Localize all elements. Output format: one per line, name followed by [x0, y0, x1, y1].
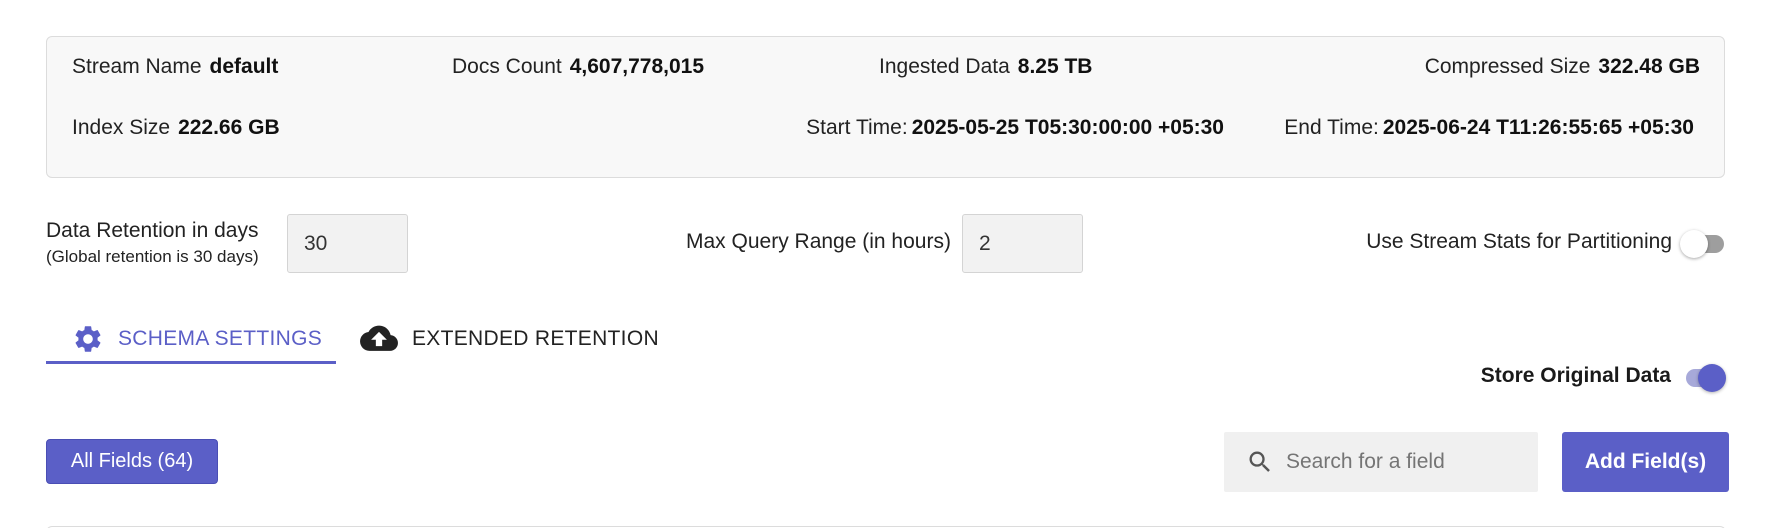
retention-days-input[interactable] [287, 214, 408, 273]
stat-label: Compressed Size [1424, 55, 1591, 78]
stat-value: 2025-06-24 T11:26:55:65 +05:30 [1382, 116, 1694, 139]
active-tab-indicator [46, 361, 336, 364]
stat-value: 222.66 GB [178, 116, 280, 139]
toggle-knob [1680, 230, 1708, 258]
store-original-data-toggle[interactable] [1680, 364, 1726, 392]
stat-start-time: Start Time: 2025-05-25 T05:30:00:00 +05:3… [806, 114, 1224, 142]
store-original-data-label: Store Original Data [1480, 364, 1671, 387]
max-query-range-label: Max Query Range (in hours) [686, 230, 951, 253]
stat-label: Docs Count [452, 55, 562, 78]
stat-label: Stream Name [72, 55, 202, 78]
toggle-knob [1698, 364, 1726, 392]
tab-extended-retention[interactable]: EXTENDED RETENTION [360, 314, 659, 364]
stat-label: End Time: [1284, 116, 1379, 139]
retention-label: Data Retention in days (Global retention… [46, 218, 259, 270]
search-icon [1249, 451, 1270, 472]
tab-schema-settings[interactable]: SCHEMA SETTINGS [72, 314, 322, 364]
stat-value: 2025-05-25 T05:30:00:00 +05:30 [911, 116, 1224, 139]
add-fields-button[interactable]: Add Field(s) [1562, 432, 1729, 492]
field-search-input[interactable] [1286, 432, 1526, 492]
stat-value: 4,607,778,015 [569, 55, 705, 78]
retention-label-main: Data Retention in days [46, 219, 259, 242]
stream-stats-partitioning-toggle[interactable] [1680, 230, 1726, 258]
stat-end-time: End Time: 2025-06-24 T11:26:55:65 +05:30 [1284, 114, 1694, 142]
stream-stats-partitioning-label: Use Stream Stats for Partitioning [1366, 230, 1672, 253]
stat-compressed-size: Compressed Size 322.48 GB [1425, 53, 1700, 81]
stat-docs-count: Docs Count 4,607,778,015 [452, 53, 704, 81]
field-search [1224, 432, 1538, 492]
stat-index-size: Index Size 222.66 GB [72, 114, 280, 142]
max-query-range-input[interactable] [962, 214, 1083, 273]
tab-label: EXTENDED RETENTION [412, 327, 659, 350]
gear-icon [75, 326, 101, 352]
stat-value: default [209, 55, 279, 78]
stream-stats-card: Stream Name default Docs Count 4,607,778,0… [46, 36, 1725, 178]
retention-label-sub: (Global retention is 30 days) [46, 247, 259, 266]
stat-label: Start Time: [806, 116, 908, 139]
stat-value: 8.25 TB [1017, 55, 1093, 78]
cloud-upload-icon [360, 325, 398, 351]
all-fields-button[interactable]: All Fields (64) [46, 439, 218, 484]
tab-label: SCHEMA SETTINGS [118, 327, 323, 350]
stat-stream-name: Stream Name default [72, 53, 278, 81]
stat-value: 322.48 GB [1598, 55, 1700, 78]
stat-label: Ingested Data [879, 55, 1010, 78]
stream-settings-row: Data Retention in days (Global retention… [46, 214, 1726, 274]
stat-label: Index Size [72, 116, 171, 139]
stat-ingested-data: Ingested Data 8.25 TB [879, 53, 1092, 81]
